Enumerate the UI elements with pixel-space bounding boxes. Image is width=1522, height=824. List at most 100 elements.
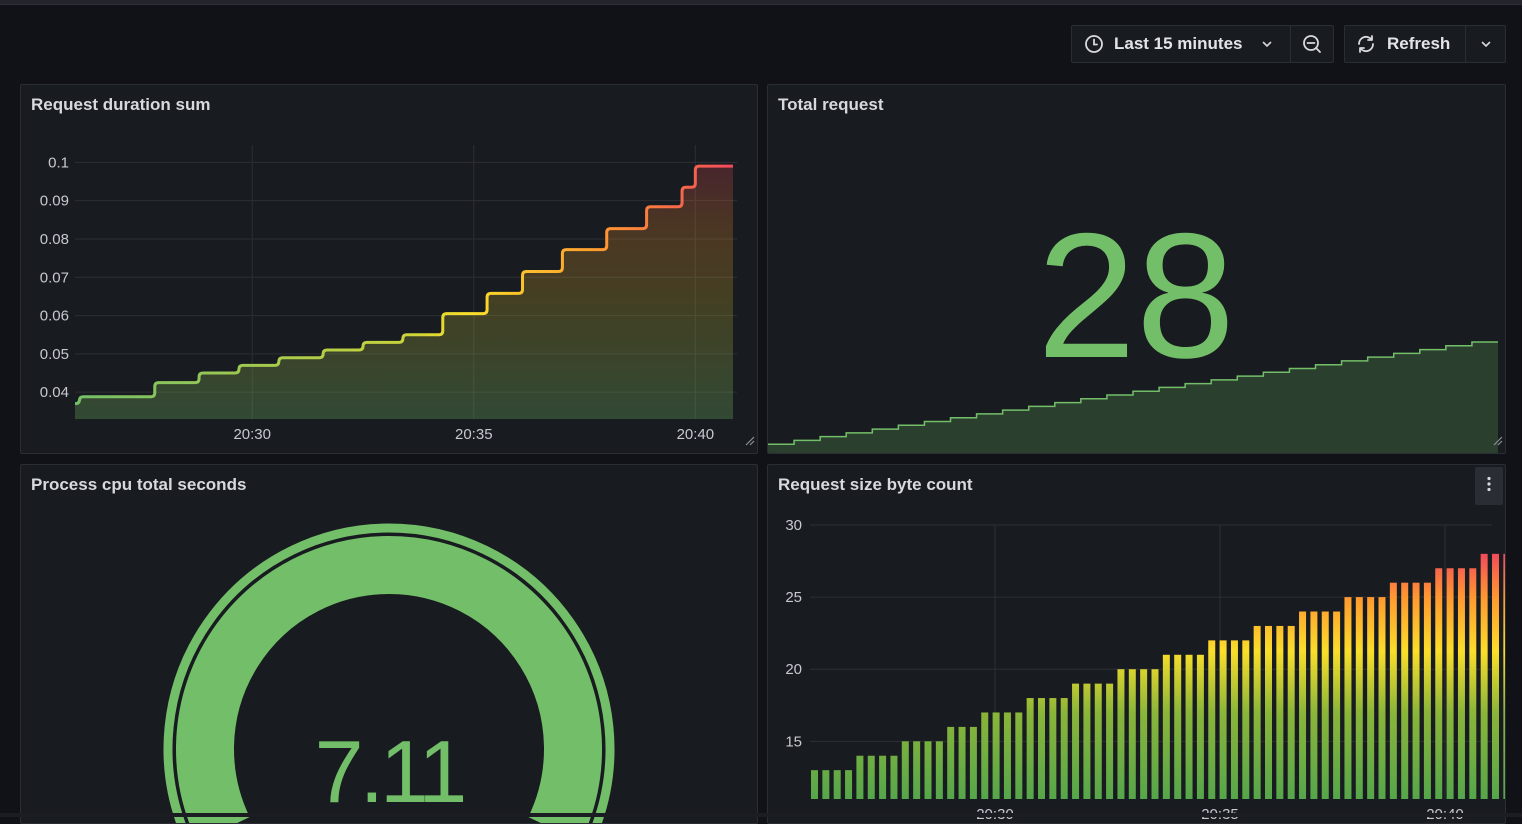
bar	[1140, 669, 1148, 799]
bar	[901, 741, 909, 799]
bar	[1185, 654, 1193, 799]
bar	[1060, 698, 1068, 799]
y-tick-label: 20	[785, 661, 802, 678]
bar	[924, 741, 932, 799]
bar	[890, 755, 898, 799]
chevron-down-icon	[1261, 38, 1273, 50]
bar	[1344, 597, 1352, 799]
bar	[969, 726, 977, 799]
bar	[1299, 611, 1307, 799]
bar	[1094, 683, 1102, 799]
y-tick-label: 0.05	[40, 346, 69, 363]
refresh-icon	[1355, 33, 1377, 55]
y-tick-label: 0.06	[40, 308, 69, 325]
bar	[1219, 640, 1227, 799]
resize-handle-icon[interactable]	[1491, 433, 1503, 451]
bar	[1469, 568, 1477, 799]
y-tick-label: 30	[785, 517, 802, 534]
bar	[1003, 712, 1011, 799]
bar	[1310, 611, 1318, 799]
bar	[1457, 568, 1465, 799]
panel-process-cpu[interactable]: Process cpu total seconds 7.11	[20, 464, 758, 824]
bar	[1423, 582, 1431, 799]
y-tick-label: 0.04	[40, 384, 69, 401]
bar	[867, 755, 875, 799]
refresh-button[interactable]: Refresh	[1344, 25, 1466, 63]
bar	[1276, 625, 1284, 799]
bar	[1072, 683, 1080, 799]
stat-value: 28	[1037, 196, 1235, 395]
bar	[958, 726, 966, 799]
clock-icon	[1084, 34, 1104, 54]
panel-request-size-byte-count[interactable]: Request size byte count 3025201520:3020:…	[767, 464, 1506, 824]
bar	[1265, 625, 1272, 799]
bar	[856, 755, 864, 799]
y-tick-label: 0.1	[48, 154, 69, 171]
refresh-label: Refresh	[1387, 34, 1451, 53]
time-range-picker[interactable]: Last 15 minutes	[1071, 25, 1291, 63]
y-tick-label: 0.09	[40, 193, 69, 210]
bar	[845, 770, 853, 799]
bar	[1049, 698, 1057, 799]
bar	[833, 770, 841, 799]
process-cpu-gauge[interactable]: 7.11	[21, 465, 757, 823]
bar	[879, 755, 887, 799]
bar	[1287, 625, 1295, 799]
zoom-out-icon	[1301, 33, 1323, 55]
y-tick-label: 15	[785, 733, 802, 750]
bar	[811, 770, 818, 799]
panel-total-request[interactable]: Total request 28	[767, 84, 1506, 454]
request-duration-chart[interactable]: 0.1 0.09 0.08 0.07 0.06 0.05 0.04 20:30 20:35 20:…	[21, 85, 757, 453]
bar	[1083, 683, 1091, 799]
bar	[1389, 582, 1397, 799]
bar	[1401, 582, 1409, 799]
zoom-out-button[interactable]	[1290, 25, 1334, 63]
bottom-border	[0, 813, 1522, 817]
bar	[913, 741, 921, 799]
bar	[1117, 669, 1125, 799]
bar	[1230, 640, 1238, 799]
bar	[1015, 712, 1023, 799]
request-size-bar-chart[interactable]: 3025201520:3020:3520:40	[768, 465, 1505, 823]
bar	[1378, 597, 1386, 799]
gauge-value: 7.11	[315, 722, 464, 821]
bar	[1038, 698, 1045, 799]
panel-request-duration-sum[interactable]: Request duration sum 0.1 0.09 0.08 0.07 0.06…	[20, 84, 758, 454]
bar	[947, 726, 955, 799]
y-tick-label: 0.08	[40, 231, 69, 248]
bar	[1151, 669, 1159, 799]
y-tick-label: 0.07	[40, 269, 69, 286]
bar	[822, 770, 830, 799]
x-tick-label: 20:35	[455, 426, 493, 443]
bar	[1026, 698, 1034, 799]
bar	[1106, 683, 1114, 799]
bar	[1480, 553, 1488, 799]
x-tick-label: 20:40	[677, 426, 715, 443]
bar	[1492, 553, 1499, 799]
bar	[1503, 553, 1505, 799]
bar	[1446, 568, 1454, 799]
bar	[1196, 654, 1204, 799]
resize-handle-icon[interactable]	[743, 433, 755, 451]
bar	[1355, 597, 1363, 799]
bar	[1242, 640, 1250, 799]
refresh-interval-dropdown[interactable]	[1465, 25, 1506, 63]
bar	[1208, 640, 1216, 799]
bar	[1321, 611, 1329, 799]
bar	[1367, 597, 1375, 799]
bar	[981, 712, 989, 799]
duration-series-area	[75, 166, 733, 419]
x-tick-label: 20:30	[233, 426, 271, 443]
y-tick-label: 25	[785, 589, 802, 606]
time-range-label: Last 15 minutes	[1114, 34, 1243, 53]
bar	[992, 712, 1000, 799]
bar	[1412, 582, 1420, 799]
bar	[1128, 669, 1136, 799]
bar	[1253, 625, 1261, 799]
bar	[1333, 611, 1341, 799]
chevron-down-icon	[1480, 38, 1492, 50]
bar	[935, 741, 943, 799]
bar	[1174, 654, 1182, 799]
bar	[1162, 654, 1170, 799]
total-request-stat[interactable]: 28	[768, 85, 1505, 453]
